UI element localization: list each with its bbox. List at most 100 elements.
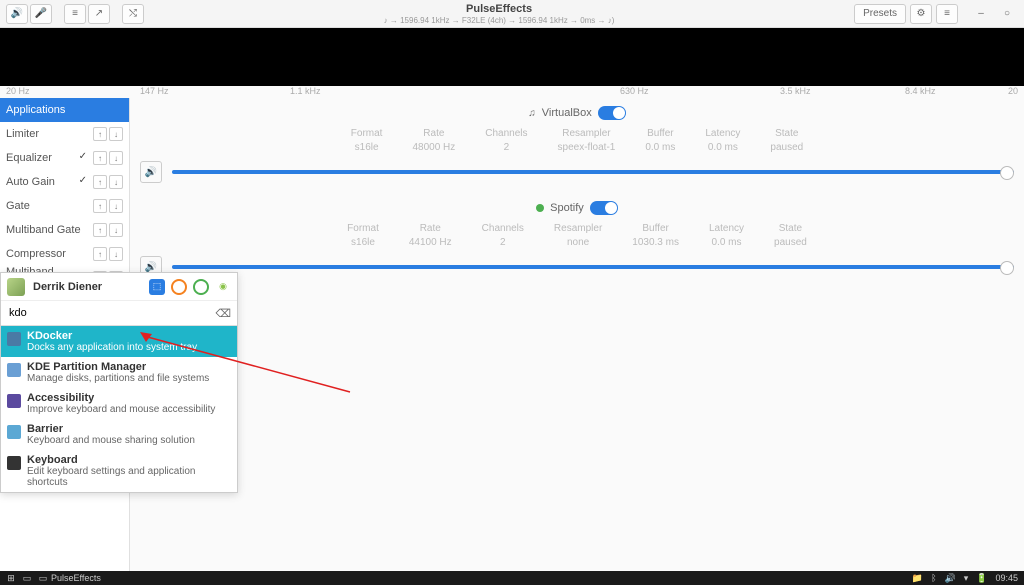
launcher-result-kdocker[interactable]: KDockerDocks any application into system… — [1, 326, 237, 357]
app-block-spotify: Spotify Formats16le Rate44100 Hz Channels2 R… — [140, 201, 1014, 278]
tray-volume-icon[interactable]: 🔊 — [945, 573, 956, 584]
move-up-button[interactable]: ↑ — [93, 223, 107, 237]
result-name: KDocker — [27, 330, 197, 342]
app-icon — [7, 456, 21, 470]
launcher-search-input[interactable] — [7, 305, 215, 321]
stat-format: Formats16le — [351, 128, 383, 153]
app-icon — [7, 332, 21, 346]
frequency-labels: 20 Hz 147 Hz 1.1 kHz 630 Hz 3.5 kHz 8.4 … — [0, 86, 1024, 98]
tray-folder-icon[interactable]: 📁 — [912, 573, 923, 584]
mute-button[interactable]: 🔊 — [140, 161, 162, 183]
stat-resampler: Resamplerspeex-float-1 — [558, 128, 616, 153]
launcher-category-power-icon[interactable]: ◉ — [215, 279, 231, 295]
stat-format: Formats16le — [347, 223, 379, 248]
move-down-button[interactable]: ↓ — [109, 175, 123, 189]
presets-button[interactable]: Presets — [854, 4, 906, 24]
move-down-button[interactable]: ↓ — [109, 247, 123, 261]
start-menu-icon[interactable]: ⊞ — [6, 573, 16, 583]
app-icon — [7, 394, 21, 408]
move-up-button[interactable]: ↑ — [93, 151, 107, 165]
result-desc: Manage disks, partitions and file system… — [27, 373, 209, 384]
gear-icon[interactable]: ⚙ — [910, 4, 932, 24]
show-desktop-icon[interactable]: ▭ — [22, 573, 32, 583]
clear-search-icon[interactable]: ⌫ — [215, 307, 231, 320]
spectrum-visualizer — [0, 28, 1024, 86]
sidebar-item-limiter[interactable]: Limiter↑↓ — [0, 122, 129, 146]
window-title: PulseEffects — [148, 3, 850, 15]
check-icon: ✓ — [79, 151, 87, 165]
speaker-icon[interactable]: 🔊 — [6, 4, 28, 24]
menu-icon[interactable]: ≡ — [936, 4, 958, 24]
user-avatar[interactable] — [7, 278, 25, 296]
stat-buffer: Buffer0.0 ms — [645, 128, 675, 153]
result-desc: Docks any application into system tray — [27, 342, 197, 353]
move-up-button[interactable]: ↑ — [93, 247, 107, 261]
move-up-button[interactable]: ↑ — [93, 127, 107, 141]
volume-slider[interactable] — [172, 170, 1014, 174]
sidebar-item-equalizer[interactable]: Equalizer✓↑↓ — [0, 146, 129, 170]
sidebar-item-multiband-gate[interactable]: Multiband Gate↑↓ — [0, 218, 129, 242]
tray-wifi-icon[interactable]: ▾ — [964, 573, 969, 584]
applications-panel: ♫ VirtualBox Formats16le Rate48000 Hz Channe… — [130, 98, 1024, 571]
taskbar: ⊞ ▭ ▭ PulseEffects 📁 ᛒ 🔊 ▾ 🔋 09:45 — [0, 571, 1024, 585]
tray-bluetooth-icon[interactable]: ᛒ — [931, 573, 936, 583]
close-button[interactable]: ○ — [996, 4, 1018, 24]
launcher-result-keyboard[interactable]: KeyboardEdit keyboard settings and appli… — [1, 450, 237, 492]
result-name: KDE Partition Manager — [27, 361, 209, 373]
launcher-result-barrier[interactable]: BarrierKeyboard and mouse sharing soluti… — [1, 419, 237, 450]
app-icon — [7, 425, 21, 439]
launcher-result-accessibility[interactable]: AccessibilityImprove keyboard and mouse … — [1, 388, 237, 419]
result-desc: Improve keyboard and mouse accessibility — [27, 404, 215, 415]
sidebar-item-applications[interactable]: Applications — [0, 98, 129, 122]
move-up-button[interactable]: ↑ — [93, 175, 107, 189]
minimize-button[interactable]: – — [970, 4, 992, 24]
sidebar-item-gate[interactable]: Gate↑↓ — [0, 194, 129, 218]
result-name: Accessibility — [27, 392, 215, 404]
launcher-result-kde-partition-manager[interactable]: KDE Partition ManagerManage disks, parti… — [1, 357, 237, 388]
mic-icon[interactable]: 🎤 — [30, 4, 52, 24]
launcher-category-user-icon[interactable] — [193, 279, 209, 295]
app-launcher-popup: Derrik Diener ⬚ ◉ ⌫ KDockerDocks any app… — [0, 272, 238, 493]
sidebar-item-auto-gain[interactable]: Auto Gain✓↑↓ — [0, 170, 129, 194]
titlebar: 🔊 🎤 ≡ ↗ ⤭ PulseEffects ♪ → 1596.94 1kHz … — [0, 0, 1024, 28]
taskbar-app-pulseeffects[interactable]: ▭ PulseEffects — [38, 573, 101, 583]
result-desc: Edit keyboard settings and application s… — [27, 466, 231, 488]
music-note-icon: ♫ — [528, 108, 536, 119]
user-name: Derrik Diener — [33, 281, 141, 293]
move-up-button[interactable]: ↑ — [93, 199, 107, 213]
volume-slider[interactable] — [172, 265, 1014, 269]
stat-channels: Channels2 — [485, 128, 527, 153]
window-subtitle: ♪ → 1596.94 1kHz → F32LE (4ch) → 1596.94… — [148, 16, 850, 25]
app-enable-toggle[interactable] — [590, 201, 618, 215]
move-down-button[interactable]: ↓ — [109, 151, 123, 165]
stat-resampler: Resamplernone — [554, 223, 602, 248]
launcher-category-all-icon[interactable]: ⬚ — [149, 279, 165, 295]
shuffle-icon[interactable]: ⤭ — [122, 4, 144, 24]
move-down-button[interactable]: ↓ — [109, 199, 123, 213]
stat-state: Statepaused — [770, 128, 803, 153]
app-block-virtualbox: ♫ VirtualBox Formats16le Rate48000 Hz Channe… — [140, 106, 1014, 183]
app-enable-toggle[interactable] — [598, 106, 626, 120]
stat-latency: Latency0.0 ms — [705, 128, 740, 153]
stat-rate: Rate48000 Hz — [412, 128, 455, 153]
sidebar-item-compressor[interactable]: Compressor↑↓ — [0, 242, 129, 266]
tray-clock[interactable]: 09:45 — [995, 573, 1018, 583]
tray-battery-icon[interactable]: 🔋 — [976, 573, 987, 584]
app-icon — [7, 363, 21, 377]
result-name: Barrier — [27, 423, 195, 435]
stat-latency: Latency0.0 ms — [709, 223, 744, 248]
move-down-button[interactable]: ↓ — [109, 223, 123, 237]
result-desc: Keyboard and mouse sharing solution — [27, 435, 195, 446]
move-down-button[interactable]: ↓ — [109, 127, 123, 141]
stat-buffer: Buffer1030.3 ms — [632, 223, 679, 248]
check-icon: ✓ — [79, 175, 87, 189]
stat-rate: Rate44100 Hz — [409, 223, 452, 248]
spotify-icon — [536, 204, 544, 212]
app-name-label: VirtualBox — [542, 107, 592, 119]
launcher-category-apps-icon[interactable] — [171, 279, 187, 295]
graph-icon[interactable]: ↗ — [88, 4, 110, 24]
stat-channels: Channels2 — [482, 223, 524, 248]
app-name-label: Spotify — [550, 202, 584, 214]
result-name: Keyboard — [27, 454, 231, 466]
preset-icon[interactable]: ≡ — [64, 4, 86, 24]
